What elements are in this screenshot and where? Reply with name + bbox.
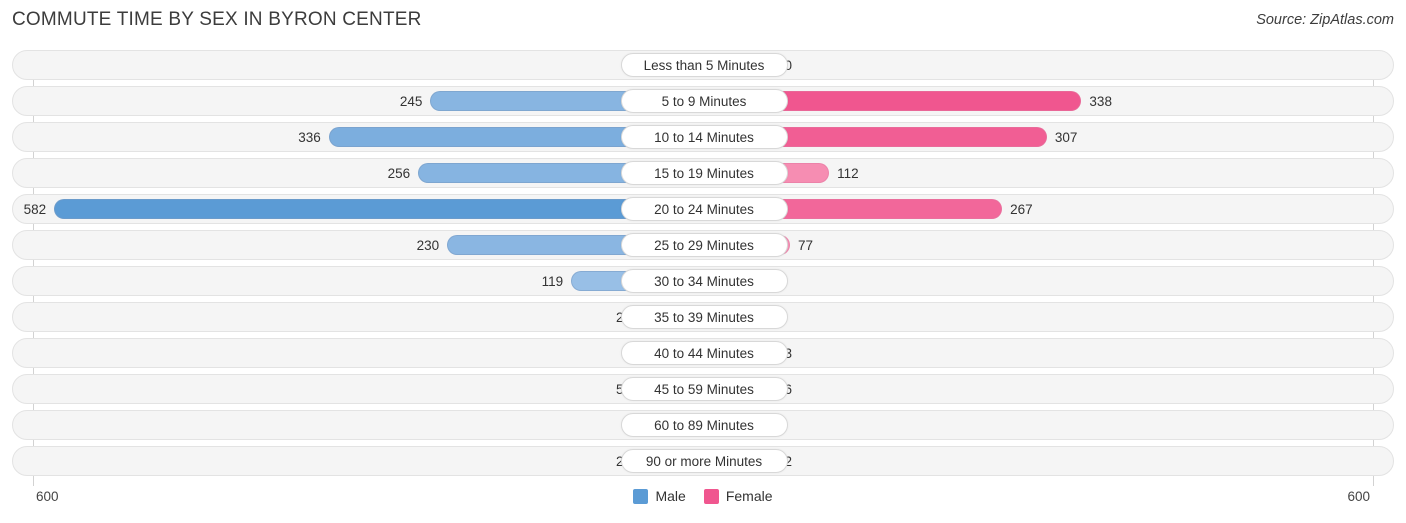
chart-row-inner: 010Less than 5 Minutes bbox=[13, 51, 1395, 79]
chart-row: 256 112 15 to 19 Minutes bbox=[12, 158, 1394, 188]
chart-row: 119030 to 34 Minutes bbox=[12, 266, 1394, 296]
chart-row-inner: 522645 to 59 Minutes bbox=[13, 375, 1395, 403]
chart-row-inner: 0060 to 89 Minutes bbox=[13, 411, 1395, 439]
category-label: 45 to 59 Minutes bbox=[620, 377, 788, 401]
value-label-female: 338 bbox=[1089, 94, 1112, 109]
legend-item-male[interactable]: Male bbox=[633, 488, 686, 504]
category-label: 40 to 44 Minutes bbox=[620, 341, 788, 365]
category-label: 20 to 24 Minutes bbox=[620, 197, 788, 221]
source-attribution: Source: ZipAtlas.com bbox=[1256, 12, 1394, 28]
category-label: 15 to 19 Minutes bbox=[620, 161, 788, 185]
legend-label: Male bbox=[655, 488, 686, 504]
chart-row-inner: 582 267 20 to 24 Minutes bbox=[13, 195, 1395, 223]
category-label: 30 to 34 Minutes bbox=[620, 269, 788, 293]
value-label-male: 256 bbox=[387, 166, 411, 181]
category-label: Less than 5 Minutes bbox=[620, 53, 788, 77]
category-label: 35 to 39 Minutes bbox=[620, 305, 788, 329]
chart-row-inner: 245 338 5 to 9 Minutes bbox=[13, 87, 1395, 115]
bar-male[interactable] bbox=[54, 199, 704, 219]
chart-row-inner: 336 307 10 to 14 Minutes bbox=[13, 123, 1395, 151]
chart-row: 230 77 25 to 29 Minutes bbox=[12, 230, 1394, 260]
legend-item-female[interactable]: Female bbox=[703, 488, 773, 504]
chart-row-inner: 291290 or more Minutes bbox=[13, 447, 1395, 475]
value-label-female: 77 bbox=[797, 238, 813, 253]
chart-row: 26035 to 39 Minutes bbox=[12, 302, 1394, 332]
value-label-male: 245 bbox=[399, 94, 423, 109]
chart-legend: Male Female bbox=[0, 488, 1406, 504]
chart-row: 522645 to 59 Minutes bbox=[12, 374, 1394, 404]
legend-swatch-icon bbox=[633, 488, 649, 504]
chart-row: 336 307 10 to 14 Minutes bbox=[12, 122, 1394, 152]
value-label-female: 307 bbox=[1054, 130, 1078, 145]
chart-row: 582 267 20 to 24 Minutes bbox=[12, 194, 1394, 224]
chart-row: 02340 to 44 Minutes bbox=[12, 338, 1394, 368]
chart-row-inner: 230 77 25 to 29 Minutes bbox=[13, 231, 1395, 259]
chart-row: 010Less than 5 Minutes bbox=[12, 50, 1394, 80]
chart-plot-area: 010Less than 5 Minutes 245 338 5 to 9 Minut… bbox=[12, 50, 1394, 486]
chart-row: 245 338 5 to 9 Minutes bbox=[12, 86, 1394, 116]
chart-row-inner: 26035 to 39 Minutes bbox=[13, 303, 1395, 331]
category-label: 10 to 14 Minutes bbox=[620, 125, 788, 149]
category-label: 60 to 89 Minutes bbox=[620, 413, 788, 437]
legend-swatch-icon bbox=[703, 488, 719, 504]
value-label-male: 582 bbox=[23, 202, 47, 217]
chart-row-inner: 256 112 15 to 19 Minutes bbox=[13, 159, 1395, 187]
page-title: COMMUTE TIME BY SEX IN BYRON CENTER bbox=[12, 9, 422, 30]
value-label-male: 119 bbox=[541, 274, 564, 289]
category-label: 5 to 9 Minutes bbox=[620, 89, 788, 113]
category-label: 25 to 29 Minutes bbox=[620, 233, 788, 257]
value-label-male: 336 bbox=[298, 130, 321, 145]
legend-label: Female bbox=[725, 488, 773, 504]
chart-row: 0060 to 89 Minutes bbox=[12, 410, 1394, 440]
category-label: 90 or more Minutes bbox=[620, 449, 788, 473]
chart-row-inner: 02340 to 44 Minutes bbox=[13, 339, 1395, 367]
chart-row: 291290 or more Minutes bbox=[12, 446, 1394, 476]
value-label-female: 112 bbox=[837, 166, 859, 181]
value-label-male: 230 bbox=[416, 238, 440, 253]
value-label-female: 267 bbox=[1010, 202, 1033, 217]
chart-row-inner: 119030 to 34 Minutes bbox=[13, 267, 1395, 295]
